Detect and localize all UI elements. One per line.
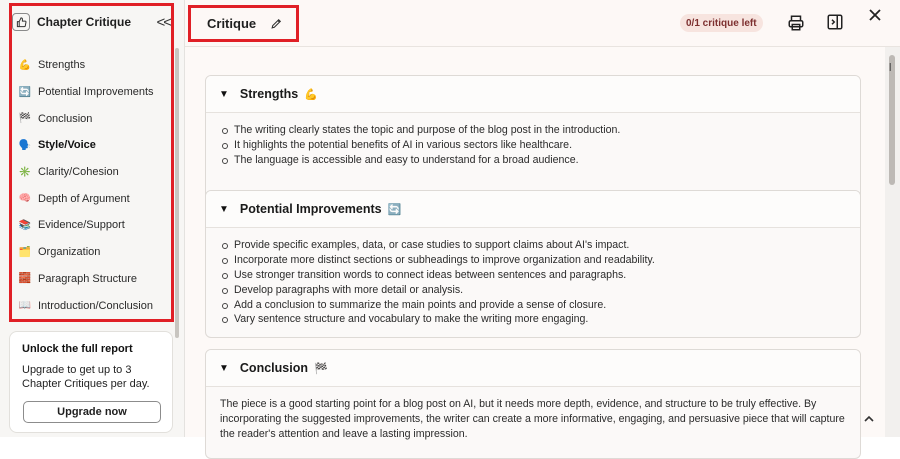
conclusion-paragraph: The piece is a good starting point for a…	[220, 398, 845, 440]
section-conclusion: ▼ Conclusion 🏁 The piece is a good start…	[205, 349, 861, 459]
list-item: Develop paragraphs with more detail or a…	[222, 283, 846, 298]
collapse-triangle-icon[interactable]: ▼	[219, 363, 229, 374]
flexed-biceps-icon: 💪	[304, 88, 318, 101]
edge-text: l	[889, 62, 892, 74]
flexed-biceps-icon: 💪	[18, 59, 32, 71]
refresh-icon: 🔄	[387, 203, 402, 216]
sidebar-item-label: Conclusion	[38, 112, 93, 125]
sidebar-nav: 💪 Strengths 🔄 Potential Improvements 🏁 C…	[12, 52, 170, 319]
sidebar-item-style-voice[interactable]: 🗣️ Style/Voice	[12, 132, 170, 159]
sidebar-item-organization[interactable]: 🗂️ Organization	[12, 239, 170, 266]
sidebar-item-conclusion[interactable]: 🏁 Conclusion	[12, 105, 170, 132]
upsell-card: Unlock the full report Upgrade to get up…	[9, 331, 173, 433]
section-title: Strengths	[239, 87, 299, 101]
sidebar-item-label: Potential Improvements	[38, 86, 154, 99]
list-item: Add a conclusion to summarize the main p…	[222, 298, 846, 313]
upsell-title: Unlock the full report	[22, 343, 133, 355]
sidebar-item-label: Introduction/Conclusion	[38, 299, 153, 312]
checkered-flag-icon: 🏁	[313, 362, 328, 375]
section-title: Conclusion	[239, 361, 308, 375]
collapse-triangle-icon[interactable]: ▼	[219, 89, 229, 100]
collapse-sidebar-icon[interactable]: <<	[156, 14, 171, 31]
critique-title: Critique	[207, 16, 257, 31]
sidebar-item-label: Organization	[38, 246, 101, 259]
sidebar-item-evidence-support[interactable]: 📚 Evidence/Support	[12, 212, 170, 239]
checkered-flag-icon: 🏁	[18, 113, 32, 125]
sidebar-item-label: Evidence/Support	[38, 219, 125, 232]
section-title: Potential Improvements	[239, 202, 382, 216]
section-body: The piece is a good starting point for a…	[206, 387, 860, 442]
list-item: The language is accessible and easy to u…	[222, 153, 846, 168]
speaking-head-icon: 🗣️	[18, 139, 32, 151]
list-item: Use stronger transition words to connect…	[222, 268, 846, 283]
sidebar-header: Chapter Critique <<	[10, 8, 174, 36]
critique-title-box: Critique	[188, 5, 299, 42]
list-item: Vary sentence structure and vocabulary t…	[222, 312, 846, 327]
top-bar: Critique 0/1 critique left	[185, 0, 900, 47]
dividers-icon: 🗂️	[18, 246, 32, 258]
sparkle-icon: ✳️	[18, 166, 32, 178]
scrollbar-thumb[interactable]	[889, 55, 895, 185]
sidebar-item-label: Clarity/Cohesion	[38, 166, 119, 179]
sidebar-item-label: Depth of Argument	[38, 192, 130, 205]
upsell-text: Upgrade to get up to 3 Chapter Critiques…	[22, 364, 150, 390]
sidebar: Chapter Critique << 💪 Strengths 🔄 Potent…	[0, 0, 185, 437]
section-body: The writing clearly states the topic and…	[206, 113, 860, 168]
books-icon: 📚	[18, 219, 32, 231]
section-potential-improvements: ▼ Potential Improvements 🔄 Provide speci…	[205, 190, 861, 338]
section-header[interactable]: ▼ Strengths 💪	[206, 76, 860, 113]
section-strengths: ▼ Strengths 💪 The writing clearly states…	[205, 75, 861, 208]
section-body: Provide specific examples, data, or case…	[206, 228, 860, 327]
bricks-icon: 🧱	[18, 273, 32, 285]
sidebar-scrollbar[interactable]	[175, 48, 179, 338]
sidebar-item-depth-of-argument[interactable]: 🧠 Depth of Argument	[12, 185, 170, 212]
open-book-icon: 📖	[18, 300, 32, 312]
thumbs-up-icon	[12, 13, 30, 31]
list-item: Provide specific examples, data, or case…	[222, 238, 846, 253]
sidebar-item-label: Paragraph Structure	[38, 272, 138, 285]
pencil-icon[interactable]	[270, 17, 283, 30]
sidebar-title: Chapter Critique	[37, 15, 132, 29]
critique-content: ▼ Strengths 💪 The writing clearly states…	[185, 47, 885, 459]
main-scrollbar[interactable]	[885, 47, 900, 437]
critiques-left-badge: 0/1 critique left	[680, 14, 763, 32]
sidebar-item-clarity-cohesion[interactable]: ✳️ Clarity/Cohesion	[12, 159, 170, 186]
sidebar-item-label: Style/Voice	[38, 139, 96, 152]
close-icon[interactable]	[868, 8, 882, 27]
toggle-panel-icon[interactable]	[826, 13, 844, 31]
brain-icon: 🧠	[18, 193, 32, 205]
refresh-icon: 🔄	[18, 86, 32, 98]
list-item: It highlights the potential benefits of …	[222, 138, 846, 153]
section-header[interactable]: ▼ Conclusion 🏁	[206, 350, 860, 387]
printer-icon[interactable]	[787, 14, 805, 32]
sidebar-item-label: Strengths	[38, 59, 86, 72]
upgrade-now-button[interactable]: Upgrade now	[23, 401, 161, 423]
sidebar-item-introduction-conclusion[interactable]: 📖 Introduction/Conclusion	[12, 292, 170, 319]
collapse-triangle-icon[interactable]: ▼	[219, 204, 229, 215]
section-header[interactable]: ▼ Potential Improvements 🔄	[206, 191, 860, 228]
list-item: The writing clearly states the topic and…	[222, 123, 846, 138]
sidebar-item-potential-improvements[interactable]: 🔄 Potential Improvements	[12, 79, 170, 106]
chevron-up-icon[interactable]	[862, 412, 876, 431]
list-item: Incorporate more distinct sections or su…	[222, 253, 846, 268]
sidebar-item-strengths[interactable]: 💪 Strengths	[12, 52, 170, 79]
sidebar-item-paragraph-structure[interactable]: 🧱 Paragraph Structure	[12, 266, 170, 293]
